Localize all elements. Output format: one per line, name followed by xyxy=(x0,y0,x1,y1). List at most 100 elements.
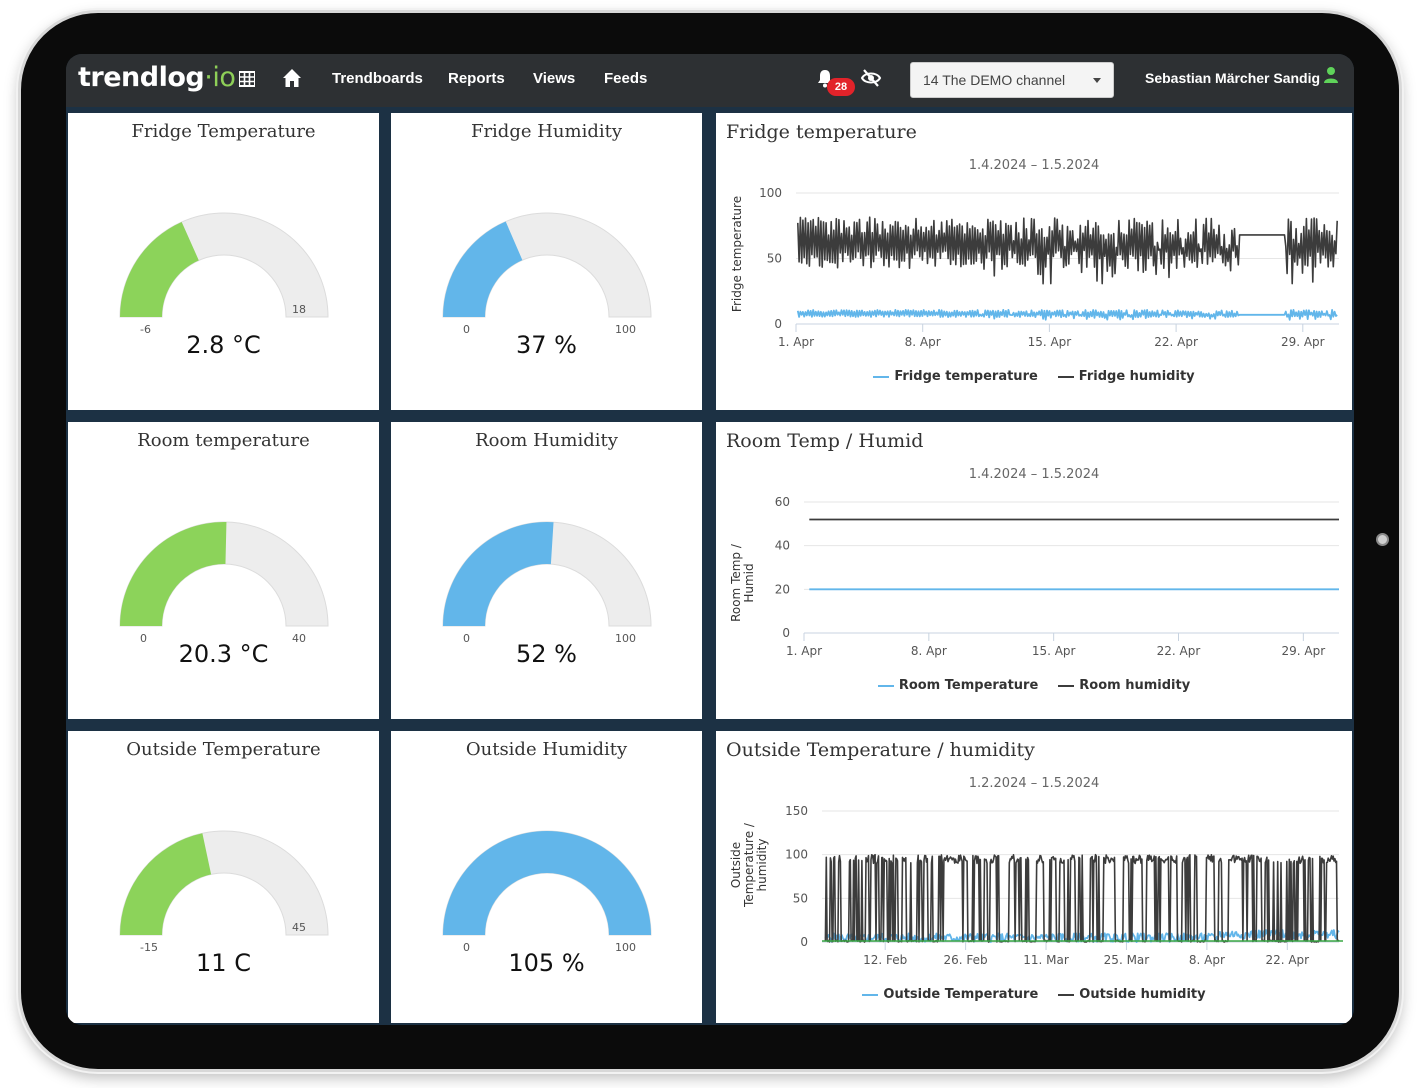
gauge-panel: Outside Temperature -15 45 11 C xyxy=(68,731,379,1023)
user-name[interactable]: Sebastian Märcher Sandig xyxy=(1145,70,1320,86)
tablet-camera xyxy=(1376,533,1389,546)
x-tick-label: 22. Apr xyxy=(1265,953,1309,967)
gauge-max-label: 18 xyxy=(292,303,306,316)
y-tick-label: 0 xyxy=(782,626,790,640)
gauge-chart xyxy=(442,830,652,936)
chart-legend: Outside Temperature Outside humidity xyxy=(716,987,1352,1002)
top-navigation-bar: trendlog·io Trendboards Reports Views Fe… xyxy=(66,54,1354,107)
chart-panel: Room Temp / Humid 1.4.2024 – 1.5.2024 Room… xyxy=(716,422,1352,719)
x-tick-label: 29. Apr xyxy=(1281,335,1325,349)
chart-legend: Room Temperature Room humidity xyxy=(716,678,1352,693)
x-tick-label: 12. Feb xyxy=(863,953,907,967)
series-line-1 xyxy=(824,853,1340,943)
logo-suffix: io xyxy=(212,62,236,93)
gauge-fill xyxy=(120,221,199,317)
gauge-chart xyxy=(119,212,329,318)
legend-label: Outside Temperature xyxy=(883,987,1039,1002)
y-tick-label: 0 xyxy=(800,935,808,949)
y-tick-label: 20 xyxy=(775,582,790,596)
notification-count-badge: 28 xyxy=(827,78,855,96)
y-tick-label: 50 xyxy=(767,252,782,266)
x-tick-label: 8. Apr xyxy=(1189,953,1225,967)
x-tick-label: 1. Apr xyxy=(786,644,822,658)
y-tick-label: 100 xyxy=(759,186,782,200)
x-tick-label: 22. Apr xyxy=(1154,335,1198,349)
gauge-chart xyxy=(442,212,652,318)
series-line-0 xyxy=(796,309,1338,321)
legend-item[interactable]: Outside Temperature xyxy=(862,987,1038,1002)
gauge-value: 52 % xyxy=(516,640,577,668)
legend-label: Fridge temperature xyxy=(894,369,1038,384)
legend-item[interactable]: Fridge temperature xyxy=(873,369,1038,384)
x-tick-label: 25. Mar xyxy=(1104,953,1150,967)
line-chart: 0 20 40 60 1. Apr 8. Apr 15. Apr 22. Apr 29. Apr xyxy=(775,495,1339,658)
gauge-chart xyxy=(442,521,652,627)
gauge-value: 20.3 °C xyxy=(178,640,269,668)
x-tick-label: 15. Apr xyxy=(1028,335,1072,349)
gauge-value: 11 C xyxy=(196,949,251,977)
legend-swatch xyxy=(1058,684,1075,687)
y-tick-label: 150 xyxy=(785,804,808,818)
legend-label: Fridge humidity xyxy=(1078,369,1195,384)
legend-swatch xyxy=(873,375,890,378)
trendlog-logo[interactable]: trendlog·io xyxy=(78,62,236,93)
y-tick-label: 0 xyxy=(774,317,782,331)
channel-select[interactable]: 14 The DEMO channel xyxy=(910,62,1114,98)
nav-feeds[interactable]: Feeds xyxy=(604,70,647,87)
gauge-value: 2.8 °C xyxy=(186,331,261,359)
legend-item[interactable]: Outside humidity xyxy=(1058,987,1206,1002)
chart-panel: Outside Temperature / humidity 1.2.2024 –… xyxy=(716,731,1352,1023)
series-line-1 xyxy=(797,216,1338,285)
x-tick-label: 1. Apr xyxy=(778,335,814,349)
x-tick-label: 8. Apr xyxy=(911,644,947,658)
legend-label: Outside humidity xyxy=(1079,987,1206,1002)
line-chart: 0 50 100 150 12. Feb 26. Feb 11. Mar 25. Mar 8. … xyxy=(785,804,1343,967)
gauge-chart xyxy=(119,830,329,936)
y-tick-label: 100 xyxy=(785,848,808,862)
home-icon[interactable] xyxy=(282,68,302,88)
gauge-panel: Fridge Humidity 0 100 37 % xyxy=(391,113,702,410)
chart-legend: Fridge temperature Fridge humidity xyxy=(716,369,1352,384)
gauge-panel: Room Humidity 0 100 52 % xyxy=(391,422,702,719)
line-chart: 0 50 100 1. Apr 8. Apr 15. Apr 22. Apr 29. Apr xyxy=(759,186,1339,349)
eye-off-icon[interactable] xyxy=(860,68,882,88)
legend-swatch xyxy=(877,684,894,687)
x-tick-label: 8. Apr xyxy=(905,335,941,349)
gauge-max-label: 45 xyxy=(292,921,306,934)
y-tick-label: 40 xyxy=(775,539,790,553)
nav-views[interactable]: Views xyxy=(533,70,575,87)
legend-item[interactable]: Room Temperature xyxy=(877,678,1038,693)
x-tick-label: 26. Feb xyxy=(944,953,988,967)
gauge-value: 105 % xyxy=(508,949,585,977)
gauge-panel: Outside Humidity 0 100 105 % xyxy=(391,731,702,1023)
nav-trendboards[interactable]: Trendboards xyxy=(332,70,423,87)
gauge-panel: Room temperature 0 40 20.3 °C xyxy=(68,422,379,719)
y-tick-label: 60 xyxy=(775,495,790,509)
user-icon[interactable] xyxy=(1323,66,1339,84)
legend-item[interactable]: Room humidity xyxy=(1058,678,1190,693)
logo-main: trendlog xyxy=(78,62,205,93)
gauge-chart xyxy=(119,521,329,627)
gauge-fill xyxy=(120,522,227,626)
x-tick-label: 29. Apr xyxy=(1281,644,1325,658)
gauge-fill xyxy=(443,830,651,935)
channel-select-value: 14 The DEMO channel xyxy=(923,72,1066,88)
legend-label: Room humidity xyxy=(1079,678,1191,693)
grid-icon[interactable] xyxy=(239,71,255,87)
x-tick-label: 22. Apr xyxy=(1157,644,1201,658)
gauge-fill xyxy=(443,221,523,317)
chevron-down-icon xyxy=(1093,78,1101,83)
x-tick-label: 11. Mar xyxy=(1023,953,1069,967)
gauge-panel: Fridge Temperature -6 18 2.8 °C xyxy=(68,113,379,410)
nav-reports[interactable]: Reports xyxy=(448,70,505,87)
legend-item[interactable]: Fridge humidity xyxy=(1057,369,1195,384)
gauge-value: 37 % xyxy=(516,331,577,359)
legend-swatch xyxy=(862,993,879,996)
y-tick-label: 50 xyxy=(793,891,808,905)
chart-panel: Fridge temperature 1.4.2024 – 1.5.2024 Fri… xyxy=(716,113,1352,410)
screen: trendlog·io Trendboards Reports Views Fe… xyxy=(66,54,1354,1025)
legend-swatch xyxy=(1058,993,1075,996)
x-tick-label: 15. Apr xyxy=(1032,644,1076,658)
legend-swatch xyxy=(1057,375,1074,378)
gauge-fill xyxy=(443,522,554,626)
